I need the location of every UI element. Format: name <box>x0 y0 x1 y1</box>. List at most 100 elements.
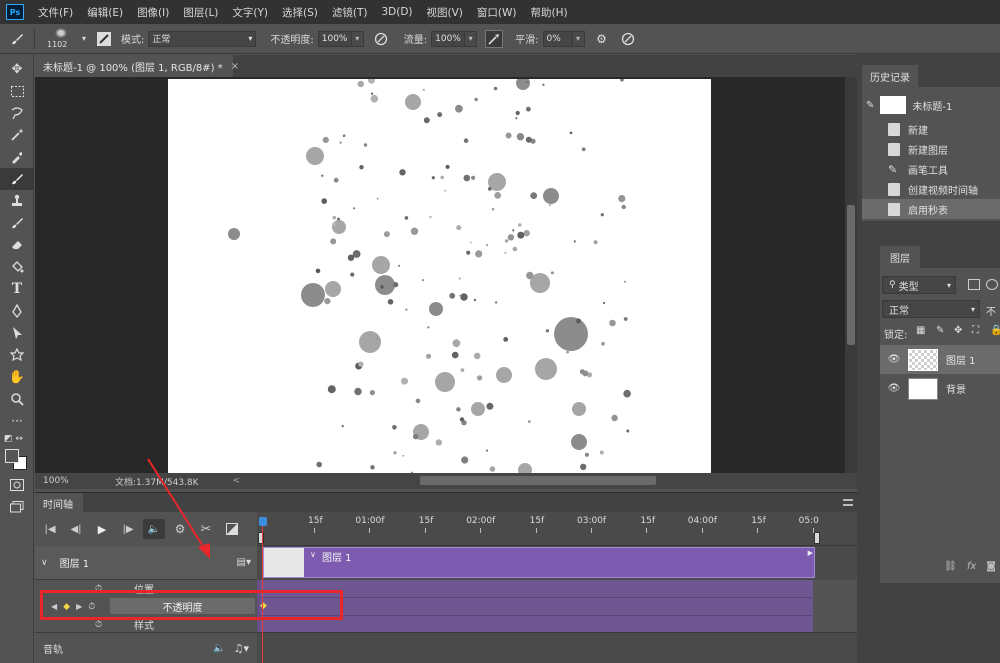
history-brush-tool-icon[interactable] <box>0 212 34 234</box>
quick-mask-icon[interactable] <box>0 474 34 496</box>
menu-edit[interactable]: 编辑(E) <box>87 5 123 20</box>
move-tool-icon[interactable]: ✥ <box>0 58 34 80</box>
flow-dropdown-icon[interactable]: ▾ <box>465 30 478 47</box>
stopwatch-icon[interactable]: ⏱ <box>95 620 102 630</box>
smoothing-input[interactable]: 0% <box>542 30 573 47</box>
lock-pixels-icon[interactable]: ✎ <box>936 325 944 336</box>
lock-transparency-icon[interactable]: ▦ <box>916 325 925 336</box>
layer-row-layer1[interactable]: 👁 图层 1 <box>880 345 1000 374</box>
layer-filter-select[interactable]: ⚲ 类型 ▾ <box>882 276 956 294</box>
history-item[interactable]: ✎ 画笔工具 <box>862 159 1000 179</box>
playhead-handle[interactable] <box>259 517 267 526</box>
flow-input[interactable]: 100% <box>431 30 466 47</box>
play-icon[interactable]: ▶ <box>91 519 113 539</box>
history-item[interactable]: 新建图层 <box>862 139 1000 159</box>
gear-icon[interactable]: ⚙ <box>593 30 611 48</box>
vertical-scrollbar[interactable] <box>845 77 857 473</box>
color-swatches[interactable] <box>0 446 34 474</box>
scrollbar-thumb[interactable] <box>847 205 855 345</box>
lasso-tool-icon[interactable] <box>0 102 34 124</box>
airbrush-icon[interactable] <box>485 29 504 48</box>
brush-tool-icon[interactable] <box>0 168 34 190</box>
filter-adjustment-icon[interactable] <box>986 279 998 290</box>
type-tool-icon[interactable]: T <box>0 278 34 300</box>
path-selection-tool-icon[interactable] <box>0 322 34 344</box>
eye-icon[interactable]: 👁 <box>886 354 902 365</box>
pen-tool-icon[interactable] <box>0 300 34 322</box>
pressure-opacity-icon[interactable] <box>372 30 390 48</box>
document-tab[interactable]: 未标题-1 @ 100% (图层 1, RGB/8#) * × <box>35 55 239 77</box>
lock-all-icon[interactable]: 🔒 <box>990 325 1000 336</box>
add-mask-icon[interactable]: ◙ <box>986 561 996 572</box>
opacity-dropdown-icon[interactable]: ▾ <box>351 30 364 47</box>
menu-3d[interactable]: 3D(D) <box>381 6 412 18</box>
horizontal-scrollbar[interactable] <box>420 476 656 485</box>
chevron-down-icon[interactable]: ∨ <box>41 558 48 568</box>
menu-filter[interactable]: 滤镜(T) <box>332 5 368 20</box>
link-layers-icon[interactable]: ⛓ <box>944 561 957 572</box>
music-note-icon[interactable]: ♫▾ <box>234 642 249 655</box>
hand-tool-icon[interactable]: ✋ <box>0 366 34 388</box>
work-area-end-handle[interactable] <box>814 532 820 544</box>
timeline-clip[interactable]: ∨ 图层 1 ▶ <box>263 547 815 578</box>
zoom-level[interactable]: 100% <box>43 476 79 486</box>
stamp-tool-icon[interactable] <box>0 190 34 212</box>
history-brush-source-icon[interactable]: ✎ <box>866 100 874 111</box>
history-item[interactable]: 创建视频时间轴 <box>862 179 1000 199</box>
history-snapshot[interactable]: ✎ 未标题-1 <box>862 93 1000 117</box>
swap-colors-icon[interactable]: ◩ ↔ <box>0 432 34 446</box>
menu-file[interactable]: 文件(F) <box>38 5 73 20</box>
lock-position-icon[interactable]: ✥ <box>954 325 962 336</box>
eye-icon[interactable]: 👁 <box>886 383 902 394</box>
opacity-input[interactable]: 100% <box>317 30 352 47</box>
menu-select[interactable]: 选择(S) <box>282 5 318 20</box>
menu-image[interactable]: 图像(I) <box>137 5 169 20</box>
layers-tab[interactable]: 图层 <box>880 246 920 268</box>
fx-icon[interactable]: fx <box>967 561 976 572</box>
status-menu-arrow[interactable]: < <box>233 476 241 486</box>
eyedropper-tool-icon[interactable] <box>0 146 34 168</box>
timeline-tab[interactable]: 时间轴 <box>35 493 83 513</box>
panel-menu-icon[interactable] <box>843 499 853 506</box>
film-strip-icon[interactable]: ▤▾ <box>237 557 251 568</box>
pressure-size-icon[interactable] <box>619 30 637 48</box>
foreground-color-swatch[interactable] <box>5 449 19 463</box>
close-icon[interactable]: × <box>231 61 239 72</box>
brush-tool-icon[interactable] <box>8 30 26 48</box>
magic-wand-tool-icon[interactable] <box>0 124 34 146</box>
screen-mode-icon[interactable] <box>0 496 34 518</box>
menu-help[interactable]: 帮助(H) <box>531 5 568 20</box>
paint-bucket-tool-icon[interactable] <box>0 256 34 278</box>
go-to-first-frame-icon[interactable]: |◀ <box>39 519 61 539</box>
eraser-tool-icon[interactable] <box>0 234 34 256</box>
lock-artboard-icon[interactable]: ⛶ <box>972 325 979 336</box>
work-area-start-handle[interactable] <box>258 532 264 544</box>
next-frame-icon[interactable]: |▶ <box>117 519 139 539</box>
menu-view[interactable]: 视图(V) <box>427 5 463 20</box>
menu-layer[interactable]: 图层(L) <box>183 5 218 20</box>
mode-select[interactable]: 正常 ▾ <box>148 30 257 47</box>
brush-preset-picker[interactable]: 1102 <box>43 26 79 52</box>
history-item-active[interactable]: 启用秒表 <box>862 199 1000 219</box>
blend-mode-select[interactable]: 正常 ▾ <box>882 300 980 318</box>
previous-frame-icon[interactable]: ◀| <box>65 519 87 539</box>
timeline-ruler[interactable]: 15f 01:00f 15f 02:00f 15f 03:00f 15f 04:00f 15f 0… <box>257 512 857 546</box>
speaker-icon[interactable]: 🔈 <box>213 643 225 654</box>
shape-tool-icon[interactable] <box>0 344 34 366</box>
document-canvas[interactable] <box>168 79 711 473</box>
layer-row-background[interactable]: 👁 背景 <box>880 374 1000 403</box>
history-item[interactable]: 新建 <box>862 119 1000 139</box>
smoothing-dropdown-icon[interactable]: ▾ <box>572 30 585 47</box>
brush-settings-panel-icon[interactable] <box>97 31 111 46</box>
chevron-down-icon[interactable]: ▾ <box>79 30 89 48</box>
more-tools-icon[interactable]: ··· <box>0 410 34 432</box>
audio-track-row[interactable]: 音轨 🔈 ♫▾ <box>35 632 257 663</box>
menu-type[interactable]: 文字(Y) <box>232 5 268 20</box>
transition-icon[interactable] <box>221 519 243 539</box>
marquee-tool-icon[interactable] <box>0 80 34 102</box>
filter-pixel-icon[interactable] <box>968 279 980 290</box>
zoom-tool-icon[interactable] <box>0 388 34 410</box>
history-tab[interactable]: 历史记录 <box>862 65 918 87</box>
clip-end-handle-icon[interactable]: ▶ <box>808 549 813 557</box>
menu-window[interactable]: 窗口(W) <box>477 5 517 20</box>
